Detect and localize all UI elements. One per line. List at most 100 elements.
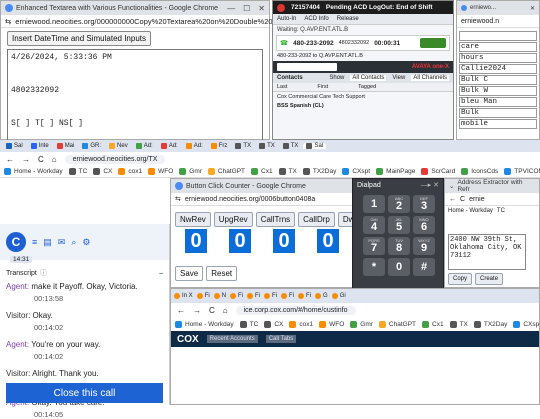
bookmark-item[interactable]: Home - Workday <box>4 168 63 175</box>
list-item[interactable]: Callie2024 <box>459 64 537 74</box>
call-tabs-tab[interactable]: Call Tabs <box>265 335 297 343</box>
browser-tab[interactable]: Fi <box>230 293 243 299</box>
avaya-search-field[interactable] <box>277 63 337 71</box>
browser-tab[interactable]: TX <box>280 143 302 149</box>
browser-tab[interactable]: TX <box>232 143 254 149</box>
minimize-icon[interactable]: — <box>227 4 235 13</box>
bookmark-item[interactable]: cox1 <box>289 321 313 328</box>
contact-row[interactable]: BSS Spanish (CL) <box>273 102 453 110</box>
bookmark-item[interactable]: ScrCard <box>421 168 455 175</box>
bookmark-item[interactable]: Cx1 <box>251 168 273 175</box>
collapse-icon[interactable]: ⌄ <box>449 182 454 190</box>
list-item[interactable]: care <box>459 42 537 52</box>
reload-icon[interactable]: C <box>460 196 465 203</box>
browser-tab[interactable]: Fi <box>281 293 294 299</box>
create-button[interactable]: Create <box>475 273 504 285</box>
counter-button[interactable]: NwRev <box>175 212 211 227</box>
browser-tab[interactable]: Fi <box>264 293 277 299</box>
bookmark-item[interactable]: CX <box>93 168 112 175</box>
bookmark-item[interactable]: Gmr <box>179 168 202 175</box>
col-last[interactable]: Last <box>277 84 287 90</box>
call-control-icons[interactable] <box>420 38 446 48</box>
list-item[interactable] <box>459 31 537 41</box>
counter-button[interactable]: CallDrp <box>298 212 335 227</box>
browser-tab[interactable]: Gi <box>331 293 346 299</box>
url-text[interactable]: ice.corp.cox.com/#/home/custinfo <box>235 306 356 315</box>
dialpad-key[interactable]: WXYZ 9 <box>413 237 435 255</box>
recent-accounts-tab[interactable]: Recent Accounts <box>206 335 258 343</box>
browser-tab[interactable]: Nev <box>106 143 131 149</box>
collapse-icon[interactable]: – <box>159 270 163 277</box>
contact-row[interactable]: Cox Commercial Care Tech Support <box>273 92 453 102</box>
bookmark-item[interactable]: CX <box>264 321 283 328</box>
bookmark-item[interactable]: WFO <box>148 168 173 175</box>
bookmark-item[interactable]: TC <box>68 168 87 175</box>
counter-button[interactable]: CallTrns <box>255 212 296 227</box>
bookmark-home[interactable]: Home - Workday <box>448 208 493 214</box>
dialpad-controls[interactable]: —▸ ✕ <box>421 181 439 189</box>
dialpad-key[interactable]: 1 <box>363 195 385 213</box>
browser-tab[interactable]: Inte <box>28 143 52 149</box>
bookmark-item[interactable]: Cx1 <box>422 321 444 328</box>
dialpad-key[interactable]: JKL 5 <box>388 216 410 234</box>
browser-tab[interactable]: In X <box>174 293 193 299</box>
dialpad-key[interactable]: GHI 4 <box>363 216 385 234</box>
bookmark-item[interactable]: CXspt <box>342 168 370 175</box>
counter-button[interactable]: UpgRev <box>213 212 253 227</box>
close-call-button[interactable]: Close this call <box>6 383 163 403</box>
doc-icon[interactable]: ▤ <box>43 237 52 248</box>
address-bar[interactable]: ⇆ erniewood.neocities.org/000000000Copy%… <box>1 15 298 28</box>
bookmark-item[interactable]: TC <box>239 321 258 328</box>
list-item[interactable]: Bulk <box>459 108 537 118</box>
view-select[interactable]: All Channels <box>411 75 449 81</box>
url-text[interactable]: erniewood.neocities.org/TX <box>64 154 166 164</box>
close-icon[interactable]: ✕ <box>530 5 535 12</box>
forward-icon[interactable]: → <box>22 155 30 164</box>
bookmark-item[interactable]: CXspt <box>513 321 539 328</box>
bookmark-tc[interactable]: TC <box>497 208 505 214</box>
reload-icon[interactable]: C <box>209 306 215 315</box>
bookmark-item[interactable]: IconsCds <box>461 168 498 175</box>
back-icon[interactable]: ← <box>6 155 14 164</box>
bookmark-item[interactable]: Gmr <box>350 321 373 328</box>
release-button[interactable]: Release <box>337 16 359 22</box>
back-icon[interactable]: ← <box>449 196 456 203</box>
dialpad-key[interactable]: ABC 2 <box>388 195 410 213</box>
bookmark-item[interactable]: TX2Day <box>473 321 507 328</box>
browser-tab[interactable]: Mai <box>54 143 78 149</box>
bookmark-item[interactable]: ChatGPT <box>378 321 416 328</box>
list-item[interactable]: Bulk C <box>459 75 537 85</box>
bookmark-item[interactable]: MainPage <box>376 168 415 175</box>
bookmark-item[interactable]: TX <box>278 168 297 175</box>
browser-tab[interactable]: Fi <box>298 293 311 299</box>
insert-datetime-button[interactable]: Insert DateTime and Simulated Inputs <box>7 31 151 46</box>
browser-tab[interactable]: Fi <box>196 293 210 299</box>
browser-tab[interactable]: Sal <box>3 143 26 149</box>
bookmark-item[interactable]: TX2Day <box>302 168 336 175</box>
dialpad-key[interactable]: * <box>363 258 385 276</box>
dialpad-key[interactable]: DEF 3 <box>413 195 435 213</box>
dialpad-key[interactable]: MNO 6 <box>413 216 435 234</box>
list-item[interactable]: hours <box>459 53 537 63</box>
mail-icon[interactable]: ✉ <box>58 237 66 248</box>
dialpad-key[interactable]: PQRS 7 <box>363 237 385 255</box>
browser-tab[interactable]: G <box>315 293 328 299</box>
browser-tab[interactable]: N <box>213 293 226 299</box>
dialpad-key[interactable]: 0 <box>388 258 410 276</box>
main-textarea[interactable]: 4/26/2024, 5:33:36 PM 4802332092 S[ ] T[ ]… <box>7 49 263 147</box>
back-icon[interactable]: ← <box>177 306 185 315</box>
site-info-icon[interactable]: ⇆ <box>5 17 11 26</box>
browser-tab[interactable]: TX <box>256 143 278 149</box>
auto-in-button[interactable]: Auto-In <box>277 16 296 22</box>
browser-tab[interactable]: Sal <box>303 143 327 149</box>
search-icon[interactable]: ⌕ <box>71 237 76 248</box>
col-first[interactable]: First <box>317 84 328 90</box>
home-icon[interactable]: ⌂ <box>223 306 228 315</box>
bookmark-item[interactable]: cox1 <box>118 168 142 175</box>
list-item[interactable]: bleu Man <box>459 97 537 107</box>
dialpad-key[interactable]: TUV 8 <box>388 237 410 255</box>
home-icon[interactable]: ⌂ <box>52 155 57 164</box>
forward-icon[interactable]: → <box>193 306 201 315</box>
address-textarea[interactable]: 2400 NW 39th St, Oklahoma City, OK 73112 <box>448 234 526 270</box>
bookmark-item[interactable]: TX <box>449 321 468 328</box>
